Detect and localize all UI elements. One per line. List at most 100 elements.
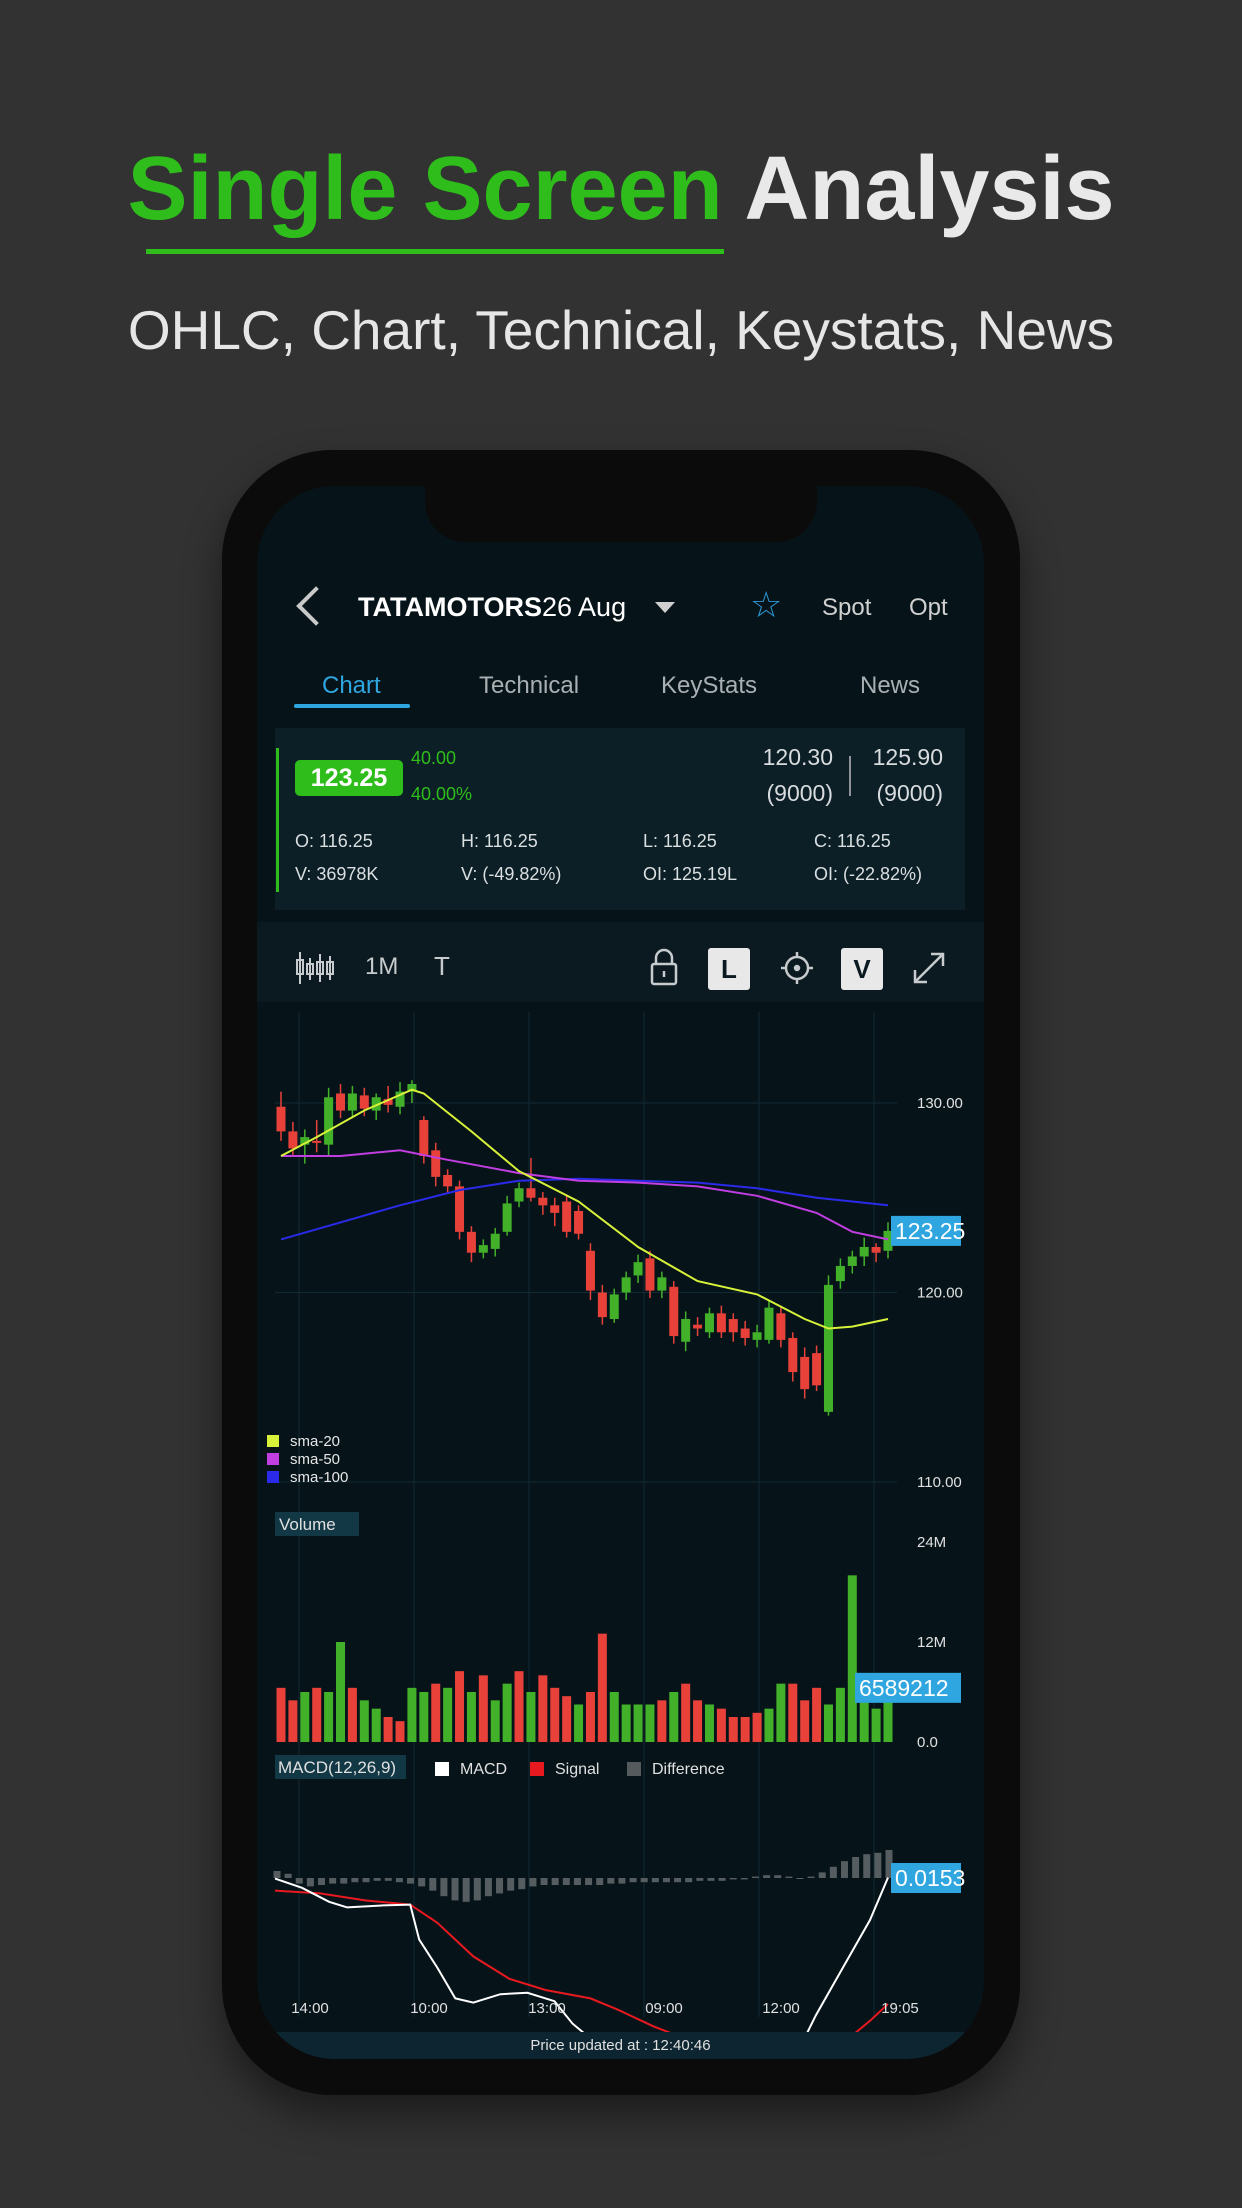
volume-last-label: 6589212 <box>859 1675 949 1701</box>
spot-button[interactable]: Spot <box>822 594 871 622</box>
lock-icon[interactable] <box>649 948 679 986</box>
candle-body <box>704 1313 714 1333</box>
candle-body <box>466 1231 476 1253</box>
macd-difference-bar <box>273 1871 281 1878</box>
expand-icon[interactable] <box>911 950 947 986</box>
tab-keystats[interactable]: KeyStats <box>661 672 757 700</box>
volume-bar <box>693 1700 703 1742</box>
macd-legend-swatch <box>435 1762 449 1776</box>
macd-difference-bar <box>596 1878 604 1885</box>
candle-body <box>431 1150 441 1177</box>
ask-price: 125.90 <box>872 744 943 770</box>
promo-title-green: Single Screen <box>127 139 723 239</box>
chevron-down-icon[interactable] <box>655 602 675 613</box>
volume-bar <box>395 1721 405 1742</box>
volume-bar <box>383 1717 393 1742</box>
time-axis-tick: 12:00 <box>762 2000 800 2017</box>
volume-bar <box>800 1700 810 1742</box>
volume-bar <box>514 1671 524 1742</box>
text-tool-button[interactable]: T <box>434 951 450 982</box>
legend-swatch-sma-20 <box>267 1435 279 1447</box>
macd-difference-bar <box>863 1854 871 1878</box>
volume-bar <box>419 1692 429 1742</box>
candle-body <box>752 1332 762 1340</box>
macd-difference-bar <box>796 1878 804 1879</box>
chart-area[interactable]: 130.00 120.00 110.00 123.25 sma-20sma-50sma-… <box>257 1012 984 2038</box>
promo-subtitle: OHLC, Chart, Technical, Keystats, News <box>127 299 1115 361</box>
candle-body <box>336 1093 346 1111</box>
volume-bar <box>716 1708 726 1742</box>
volume-bar <box>466 1692 476 1742</box>
volume-bar <box>359 1700 369 1742</box>
candle-body <box>728 1319 738 1333</box>
volume-bar <box>478 1675 488 1742</box>
tab-chart[interactable]: Chart <box>322 672 381 700</box>
macd-difference-bar <box>484 1878 492 1897</box>
change-percent: 40.00% <box>411 784 473 804</box>
candle-body <box>621 1277 631 1293</box>
l-toggle-button[interactable]: L <box>708 948 750 990</box>
volume-bar <box>431 1683 441 1742</box>
bid-ask-divider <box>849 756 851 796</box>
candle-body <box>276 1106 286 1132</box>
candle-body <box>776 1313 786 1340</box>
back-icon[interactable] <box>294 588 324 628</box>
volume-bar <box>657 1700 667 1742</box>
candle-body <box>550 1205 560 1213</box>
macd-legend-label: MACD <box>460 1761 507 1778</box>
candle-body <box>681 1319 691 1342</box>
volume-bar <box>443 1687 453 1742</box>
macd-difference-bar <box>662 1878 670 1883</box>
star-icon[interactable]: ☆ <box>750 584 782 626</box>
crosshair-icon[interactable] <box>779 950 815 986</box>
candle-body <box>847 1256 857 1266</box>
expiry-selector[interactable]: 26 Aug <box>542 592 626 623</box>
opt-button[interactable]: Opt <box>909 594 948 622</box>
volume-bar <box>645 1704 655 1742</box>
volume-bar <box>371 1708 381 1742</box>
macd-difference-bar <box>751 1876 759 1878</box>
volume-axis-tick: 24M <box>917 1534 946 1551</box>
tab-news[interactable]: News <box>860 672 920 700</box>
volume-bar <box>288 1700 298 1742</box>
candle-body <box>585 1250 595 1291</box>
macd-difference-bar <box>774 1875 782 1878</box>
candle-body <box>514 1188 524 1202</box>
volume-bar <box>336 1642 346 1742</box>
phone-screen: TATAMOTORS 26 Aug ☆ Spot Opt Chart Techn… <box>257 486 984 2059</box>
candle-body <box>835 1265 845 1282</box>
legend-label-sma-20: sma-20 <box>290 1433 340 1450</box>
macd-difference-bar <box>607 1878 615 1884</box>
candle-body <box>693 1324 703 1329</box>
macd-legend-swatch <box>627 1762 641 1776</box>
volume-bar <box>835 1687 845 1742</box>
volume-toggle-button[interactable]: V <box>841 948 883 990</box>
volume-bar <box>788 1683 798 1742</box>
macd-difference-bar <box>685 1878 693 1883</box>
macd-legend-swatch <box>530 1762 544 1776</box>
macd-difference-bar <box>707 1878 715 1881</box>
tab-technical[interactable]: Technical <box>479 672 579 700</box>
macd-difference-bar <box>306 1878 314 1887</box>
volume-bar <box>728 1717 738 1742</box>
candle-body <box>859 1247 869 1257</box>
macd-difference-bar <box>562 1878 570 1885</box>
high-value: H: 116.25 <box>461 831 538 851</box>
candle-type-icon[interactable] <box>295 950 335 986</box>
macd-difference-bar <box>818 1872 826 1878</box>
change-value: 40.00 <box>411 748 457 768</box>
time-axis-tick: 19:05 <box>881 2000 919 2017</box>
time-axis-tick: 09:00 <box>645 2000 683 2017</box>
quote-trend-bar <box>276 748 279 892</box>
candle-body <box>478 1245 488 1253</box>
volume-bar <box>574 1704 584 1742</box>
volume-bar <box>455 1671 465 1742</box>
candle-body <box>764 1307 774 1340</box>
volume-bar <box>347 1687 357 1742</box>
macd-difference-bar <box>729 1878 737 1880</box>
symbol-name[interactable]: TATAMOTORS <box>358 592 542 623</box>
interval-selector[interactable]: 1M <box>365 953 398 981</box>
macd-difference-bar <box>407 1878 415 1884</box>
macd-difference-bar <box>585 1878 593 1885</box>
volume-axis-tick: 0.0 <box>917 1734 938 1751</box>
